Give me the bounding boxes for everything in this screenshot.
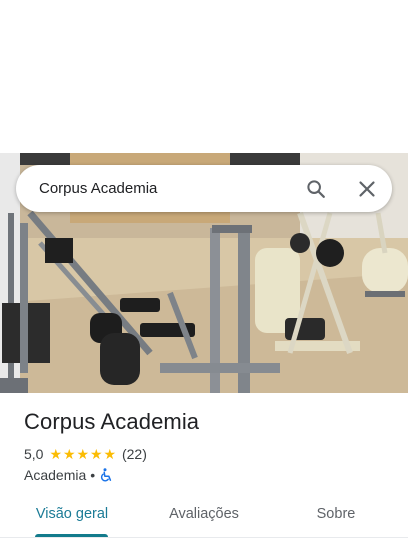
star-rating: ★ ★ ★ ★ ★ (49, 447, 117, 461)
star-icon: ★ (49, 446, 63, 462)
rating-row[interactable]: 5,0 ★ ★ ★ ★ ★ (22) (24, 445, 147, 463)
star-icon: ★ (62, 446, 76, 462)
place-tabs: Visão geral Avaliações Sobre (0, 494, 408, 538)
category-row: Academia • (24, 466, 113, 484)
review-count[interactable]: (22) (122, 446, 147, 462)
place-name: Corpus Academia (24, 409, 200, 434)
search-button[interactable] (301, 174, 331, 204)
close-icon (359, 181, 375, 197)
star-icon: ★ (103, 446, 117, 462)
star-icon: ★ (89, 446, 103, 462)
search-bar[interactable]: Corpus Academia (16, 165, 392, 212)
rating-value: 5,0 (24, 446, 44, 462)
tab-about[interactable]: Sobre (296, 494, 376, 536)
search-icon (307, 180, 325, 198)
separator-dot: • (90, 467, 96, 483)
wheelchair-icon (101, 468, 112, 482)
category-label: Academia (24, 467, 87, 483)
search-query-text[interactable]: Corpus Academia (39, 165, 157, 212)
star-icon: ★ (76, 446, 90, 462)
tabs-divider (0, 537, 408, 538)
tab-reviews[interactable]: Avaliações (154, 494, 254, 536)
close-button[interactable] (352, 174, 382, 204)
tab-overview[interactable]: Visão geral (22, 494, 122, 536)
